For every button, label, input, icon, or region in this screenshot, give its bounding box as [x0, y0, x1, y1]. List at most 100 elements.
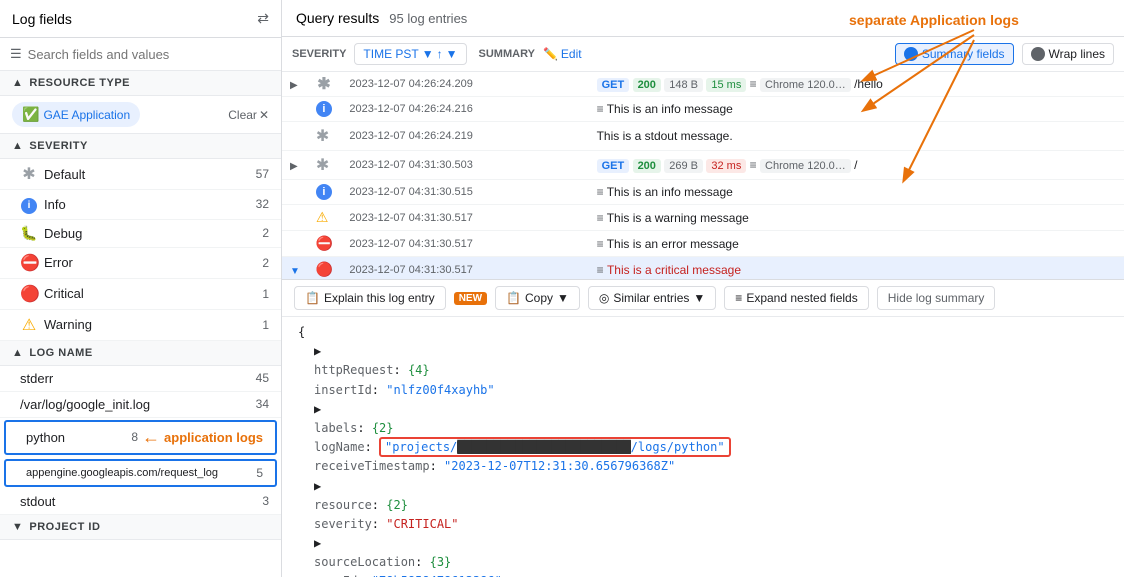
hide-label: Hide log summary — [888, 291, 985, 305]
log-time: 2023-12-07 04:26:24.209 — [341, 72, 588, 97]
log-appengine[interactable]: appengine.googleapis.com/request_log 5 — [4, 459, 277, 487]
size-badge: 148 B — [664, 78, 703, 92]
detail-line[interactable]: ▶ labels: {2} — [298, 400, 1108, 438]
table-row[interactable]: ⚠ 2023-12-07 04:31:30.517 ≡ This is a wa… — [282, 205, 1124, 231]
severity-critical[interactable]: 🔴 Critical 1 — [0, 279, 281, 310]
explain-button[interactable]: 📋 Explain this log entry — [294, 286, 446, 310]
table-row[interactable]: ▶ ✱ 2023-12-07 04:31:30.503 GET 200 269 … — [282, 151, 1124, 180]
summary-label: SUMMARY — [479, 48, 535, 60]
severity-error[interactable]: ⛔ Error 2 — [0, 248, 281, 279]
severity-warning[interactable]: ⚠ Warning 1 — [0, 310, 281, 341]
equals-icon: ≡ — [750, 77, 757, 91]
toggle-off-icon — [1031, 47, 1045, 61]
log-summary: ≡ This is a warning message — [589, 205, 1124, 231]
right-panel-header: Query results 95 log entries — [282, 0, 1124, 37]
expand-icon[interactable]: ▶ — [290, 80, 298, 91]
log-time: 2023-12-07 04:31:30.515 — [341, 180, 588, 205]
edit-icon: ✏️ — [543, 47, 558, 61]
severity-col-label: SEVERITY — [292, 48, 346, 60]
default-severity-icon: ✱ — [20, 164, 38, 184]
status-badge: 200 — [633, 78, 661, 92]
equals-icon: ≡ — [597, 237, 604, 251]
info-sev-badge: i — [316, 184, 332, 200]
expand-row[interactable]: ▶ — [314, 342, 1108, 361]
time-label: TIME PST — [363, 47, 418, 61]
log-summary: ≡ This is an info message — [589, 180, 1124, 205]
log-toolbar: SEVERITY TIME PST ▼ ↑ ▼ SUMMARY ✏️ Edit … — [282, 37, 1124, 72]
summary-fields-toggle[interactable]: Summary fields — [895, 43, 1014, 65]
copy-icon: 📋 — [506, 291, 521, 305]
log-summary: ≡ This is a critical message — [589, 257, 1124, 280]
ms-badge: 15 ms — [706, 78, 746, 92]
severity-section[interactable]: ▲ SEVERITY — [0, 134, 281, 159]
wrap-lines-toggle[interactable]: Wrap lines — [1022, 43, 1114, 65]
log-stderr[interactable]: stderr 45 — [0, 366, 281, 392]
browser-badge: Chrome 120.0… — [760, 78, 851, 92]
arrows-icon[interactable]: ⇄ — [257, 10, 269, 27]
warning-severity-icon: ⚠ — [20, 315, 38, 335]
similar-entries-button[interactable]: ◎ Similar entries ▼ — [588, 286, 716, 310]
log-google-init[interactable]: /var/log/google_init.log 34 — [0, 392, 281, 418]
detail-line-logname: logName: "projects/█████████████████████… — [298, 438, 1108, 457]
chevron-down-icon: ▲ — [12, 347, 23, 359]
critical-sev-badge: 🔴 — [316, 261, 333, 277]
close-icon: ✕ — [259, 108, 269, 122]
expand-icon: ≡ — [735, 291, 742, 305]
warning-sev-badge: ⚠ — [316, 209, 329, 225]
table-row[interactable]: ▼ 🔴 2023-12-07 04:31:30.517 ≡ This is a … — [282, 257, 1124, 280]
log-stdout[interactable]: stdout 3 — [0, 489, 281, 515]
equals-icon: ≡ — [597, 102, 604, 116]
gae-chip[interactable]: ✅ GAE Application — [12, 102, 140, 127]
expand-nested-button[interactable]: ≡ Expand nested fields — [724, 286, 868, 310]
project-id-section[interactable]: ▼ PROJECT ID — [0, 515, 281, 540]
log-name-section[interactable]: ▲ LOG NAME — [0, 341, 281, 366]
table-row[interactable]: ⛔ 2023-12-07 04:31:30.517 ≡ This is an e… — [282, 231, 1124, 257]
detail-line[interactable]: ▶ resource: {2} — [298, 477, 1108, 515]
severity-label: SEVERITY — [29, 140, 87, 152]
log-fields-header: Log fields ⇄ — [0, 0, 281, 38]
log-python[interactable]: python 8 ← application logs — [4, 420, 277, 455]
chevron-down-icon: ▼ — [12, 521, 23, 533]
similar-label: Similar entries — [613, 291, 689, 305]
equals-icon: ≡ — [597, 185, 604, 199]
search-input[interactable] — [28, 47, 271, 62]
severity-info[interactable]: i Info 32 — [0, 190, 281, 220]
expand-row[interactable]: ▶ — [314, 477, 1108, 496]
size-badge: 269 B — [664, 159, 703, 173]
browser-badge: Chrome 120.0… — [760, 159, 851, 173]
chevron-down-icon: ▲ — [12, 140, 23, 152]
expand-icon[interactable]: ▶ — [290, 161, 298, 172]
resource-type-section[interactable]: ▲ RESOURCE TYPE — [0, 71, 281, 96]
detail-line: spanId: "78b5858478613386" — [298, 572, 1108, 577]
table-row[interactable]: i 2023-12-07 04:31:30.515 ≡ This is an i… — [282, 180, 1124, 205]
expand-row[interactable]: ▶ — [314, 400, 1108, 419]
log-name-label: LOG NAME — [29, 347, 92, 359]
clear-button[interactable]: Clear ✕ — [228, 108, 269, 122]
edit-button[interactable]: ✏️ Edit — [543, 47, 582, 61]
table-row[interactable]: i 2023-12-07 04:26:24.216 ≡ This is an i… — [282, 97, 1124, 122]
info-sev-badge: i — [316, 101, 332, 117]
resource-type-row: ✅ GAE Application Clear ✕ — [0, 96, 281, 134]
severity-debug[interactable]: 🐛 Debug 2 — [0, 220, 281, 248]
detail-toolbar: 📋 Explain this log entry NEW 📋 Copy ▼ ◎ … — [282, 280, 1124, 317]
project-id-label: PROJECT ID — [29, 521, 100, 533]
table-row[interactable]: ▶ ✱ 2023-12-07 04:26:24.209 GET 200 148 … — [282, 72, 1124, 97]
sort-up-icon: ↑ — [437, 47, 443, 61]
detail-line[interactable]: ▶ sourceLocation: {3} — [298, 534, 1108, 572]
table-row[interactable]: ✱ 2023-12-07 04:26:24.219 This is a stdo… — [282, 122, 1124, 151]
equals-icon: ≡ — [597, 263, 604, 277]
time-sort-button[interactable]: TIME PST ▼ ↑ ▼ — [354, 43, 466, 65]
expand-icon[interactable]: ▼ — [290, 266, 300, 277]
log-fields-title: Log fields — [12, 11, 72, 27]
log-time: 2023-12-07 04:31:30.517 — [341, 231, 588, 257]
filter-icon: ☰ — [10, 46, 22, 62]
path: / — [854, 158, 857, 172]
copy-button[interactable]: 📋 Copy ▼ — [495, 286, 580, 310]
error-severity-icon: ⛔ — [20, 253, 38, 273]
severity-default[interactable]: ✱ Default 57 — [0, 159, 281, 190]
hide-summary-button[interactable]: Hide log summary — [877, 286, 996, 310]
search-box[interactable]: ☰ — [0, 38, 281, 71]
detail-line: severity: "CRITICAL" — [298, 515, 1108, 534]
detail-line[interactable]: ▶ httpRequest: {4} — [298, 342, 1108, 380]
expand-row[interactable]: ▶ — [314, 534, 1108, 553]
